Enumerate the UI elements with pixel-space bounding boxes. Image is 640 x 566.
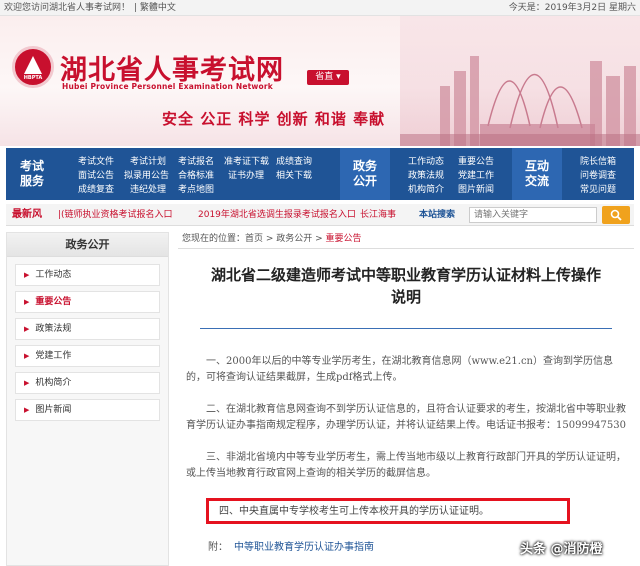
welcome-text: 欢迎您访问湖北省人事考试网！ | 繁體中文 [4,3,176,13]
traditional-chinese-link[interactable]: | 繁體中文 [134,3,176,13]
search-input[interactable] [469,207,597,223]
latest-label: 最新风 [12,209,42,220]
attachment: 附： 中等职业教育学历认证办事指南 [208,542,374,553]
site-slogan: 安全 公正 科学 创新 和谐 奉献 [162,110,386,128]
nav-link-pass-standard[interactable]: 合格标准 [178,170,214,182]
nav-link-party-work[interactable]: 党建工作 [458,170,494,182]
sidebar-item-photo-news[interactable]: ▶ 图片新闻 [15,399,160,421]
search-icon [610,209,622,221]
sidebar: 政务公开 ▶ 工作动态 ▶ 重要公告 ▶ 政策法规 ▶ 党建工作 ▶ 机构简介 ▶ 图片新闻 [6,232,169,566]
nav-link-policy[interactable]: 政策法规 [408,170,444,182]
nav-link-certificate[interactable]: 证书办理 [228,170,264,182]
watermark: 头条 @消防橙 [520,542,603,557]
sidebar-item-work-news[interactable]: ▶ 工作动态 [15,264,160,286]
latest-news-strip: 最新风 |(链师执业资格考试报名入口 2019年湖北省选调生报录考试报名入口 长… [6,204,634,226]
site-subtitle-en: Hubei Province Personnel Examination Net… [62,82,273,91]
triangle-right-icon: ▶ [24,352,30,360]
article-paragraph: 二、在湖北教育信息网查询不到学历认证信息的，且符合认证要求的考生，按湖北省中等职… [186,404,626,431]
article-paragraph: 三、非湖北省境内中等专业学历考生，需上传当地市级以上教育行政部门开具的学历认证证… [186,452,626,479]
attachment-link[interactable]: 中等职业教育学历认证办事指南 [234,542,374,553]
sidebar-item-party-work[interactable]: ▶ 党建工作 [15,345,160,367]
sidebar-heading: 政务公开 [7,233,168,257]
top-bar: 欢迎您访问湖北省人事考试网！ | 繁體中文 今天是：2019年3月2日 星期六 [0,0,640,16]
breadcrumb-current[interactable]: 重要公告 [326,234,362,244]
nav-section-exam-service[interactable]: 考试 服务 [6,148,58,200]
nav-link-work-news[interactable]: 工作动态 [408,156,444,168]
article-title: 湖北省二级建造师考试中等职业教育学历认证材料上传操作 说明 [210,266,601,306]
search-button[interactable] [602,206,630,224]
article-paragraph: 一、2000年以后的中等专业学历考生，在湖北教育信息网（www.e21.cn）查… [186,356,613,383]
triangle-right-icon: ▶ [24,406,30,414]
nav-link-photo-news[interactable]: 图片新闻 [458,184,494,196]
site-logo-icon[interactable]: HBPTA [12,46,54,88]
sidebar-item-important-notice[interactable]: ▶ 重要公告 [15,291,160,313]
nav-link-violation[interactable]: 违纪处理 [130,184,166,196]
nav-link-survey[interactable]: 问卷调查 [580,170,616,182]
latest-news-item[interactable]: 2019年湖北省选调生报录考试报名入口 [198,204,356,226]
nav-link-exam-plan[interactable]: 考试计划 [130,156,166,168]
triangle-right-icon: ▶ [24,379,30,387]
nav-link-score-query[interactable]: 成绩查询 [276,156,312,168]
nav-link-score-review[interactable]: 成绩复查 [78,184,114,196]
nav-link-director-mailbox[interactable]: 院长信箱 [580,156,616,168]
nav-link-important-notice[interactable]: 重要公告 [458,156,494,168]
sidebar-item-org-intro[interactable]: ▶ 机构简介 [15,372,160,394]
latest-news-item[interactable]: 长江海事 [360,204,396,226]
main-nav: 考试 服务 考试文件 考试计划 考试报名 准考证下载 成绩查询 面试公告 拟录用公… [6,148,634,200]
nav-link-exam-map[interactable]: 考点地图 [178,184,214,196]
nav-link-hiring-notice[interactable]: 拟录用公告 [124,170,169,182]
triangle-right-icon: ▶ [24,325,30,333]
triangle-right-icon: ▶ [24,271,30,279]
province-select-button[interactable]: 省直 ▾ [307,70,349,85]
triangle-right-icon: ▶ [24,298,30,306]
nav-link-org-intro[interactable]: 机构简介 [408,184,444,196]
site-banner: HBPTA 湖北省人事考试网 Hubei Province Personnel … [0,16,640,146]
nav-link-admission-ticket[interactable]: 准考证下载 [224,156,269,168]
nav-section-interaction[interactable]: 互动 交流 [512,148,562,200]
latest-news-item[interactable]: |(链师执业资格考试报名入口 [58,204,173,226]
title-divider [200,328,612,329]
article-content: 您现在的位置：首页 > 政务公开 > 重要公告 湖北省二级建造师考试中等职业教育… [178,232,634,566]
current-date: 今天是：2019年3月2日 星期六 [508,3,636,13]
nav-link-faq[interactable]: 常见问题 [580,184,616,196]
search-label: 本站搜索 [419,210,456,220]
breadcrumb: 您现在的位置：首页 > 政务公开 > 重要公告 [182,234,362,244]
sidebar-item-policy[interactable]: ▶ 政策法规 [15,318,160,340]
nav-link-downloads[interactable]: 相关下载 [276,170,312,182]
nav-link-exam-docs[interactable]: 考试文件 [78,156,114,168]
nav-section-gov-affairs[interactable]: 政务 公开 [340,148,390,200]
highlighted-paragraph: 四、中央直属中专学校考生可上传本校开具的学历认证证明。 [206,498,570,524]
nav-link-interview-notice[interactable]: 面试公告 [78,170,114,182]
nav-link-exam-registration[interactable]: 考试报名 [178,156,214,168]
city-skyline-image [400,16,640,146]
